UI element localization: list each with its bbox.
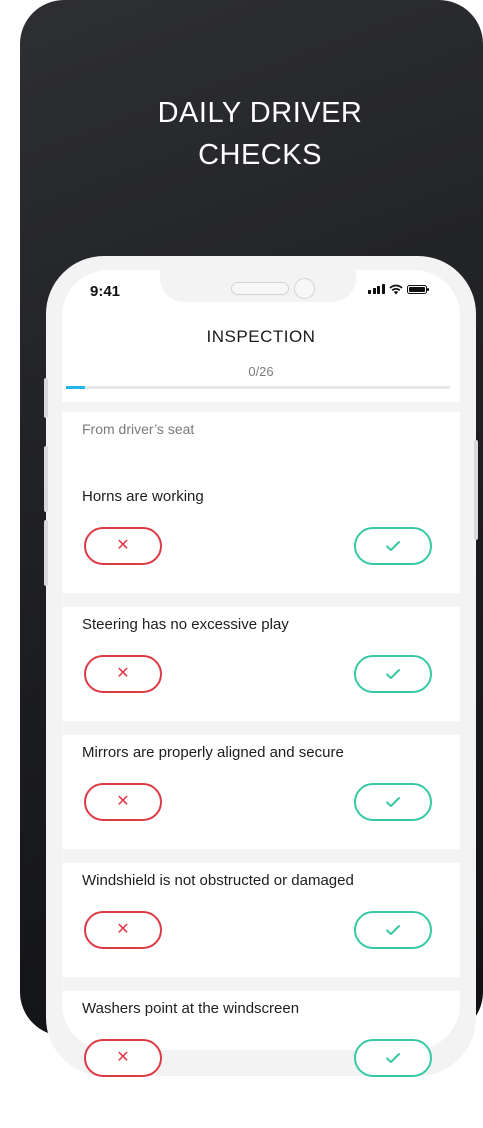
x-icon: ✕ [116,537,130,554]
fail-button[interactable]: ✕ [84,783,162,821]
pass-button[interactable] [354,911,432,949]
fail-button[interactable]: ✕ [84,655,162,693]
earpiece-speaker [231,282,289,295]
header-separator [62,402,460,412]
checklist-item-label: Steering has no excessive play [82,616,289,633]
fail-button[interactable]: ✕ [84,527,162,565]
fail-button[interactable]: ✕ [84,911,162,949]
checklist-item: Horns are working ✕ [62,488,460,616]
checklist-item-label: Washers point at the windscreen [82,1000,300,1017]
phone-volume-down [44,520,48,586]
check-icon [386,669,400,679]
check-icon [386,797,400,807]
front-camera [294,278,315,299]
phone-mute-switch [44,378,48,418]
pass-button[interactable] [354,527,432,565]
headline-line-2: CHECKS [198,139,322,172]
phone-power-button [474,440,478,540]
phone-volume-up [44,446,48,512]
check-icon [386,541,400,551]
battery-icon [406,284,429,294]
status-icons [368,283,429,295]
check-icon [386,925,400,935]
item-separator [62,849,460,863]
section-label: From driver’s seat [82,421,195,437]
x-icon: ✕ [116,793,130,810]
status-time: 9:41 [90,283,121,300]
checklist-item-label: Windshield is not obstructed or damaged [82,872,354,889]
checklist-item: Windshield is not obstructed or damaged ✕ [62,872,460,1000]
item-separator [62,977,460,991]
check-icon [386,1053,400,1063]
checklist-item-label: Mirrors are properly aligned and secure [82,744,344,761]
page-title: INSPECTION [206,327,316,346]
checklist-item-label: Horns are working [82,488,204,505]
checklist-item: Steering has no excessive play ✕ [62,616,460,744]
signal-bars-icon [368,284,385,294]
progress-bar-fill [66,386,86,389]
checklist-item: Mirrors are properly aligned and secure ✕ [62,744,460,872]
headline-line-1: DAILY DRIVER [157,97,363,129]
x-icon: ✕ [116,665,130,682]
checklist-item: Washers point at the windscreen ✕ [62,1000,460,1128]
item-separator [62,593,460,607]
pass-button[interactable] [354,655,432,693]
progress-bar [66,386,450,389]
pass-button[interactable] [354,783,432,821]
x-icon: ✕ [116,1049,130,1066]
item-separator [62,721,460,735]
phone-notch [160,256,356,302]
progress-count: 0/26 [248,364,274,379]
fail-button[interactable]: ✕ [84,1039,162,1077]
pass-button[interactable] [354,1039,432,1077]
wifi-icon [388,284,403,295]
promo-headline: DAILY DRIVER CHECKS [20,92,483,176]
x-icon: ✕ [116,921,130,938]
